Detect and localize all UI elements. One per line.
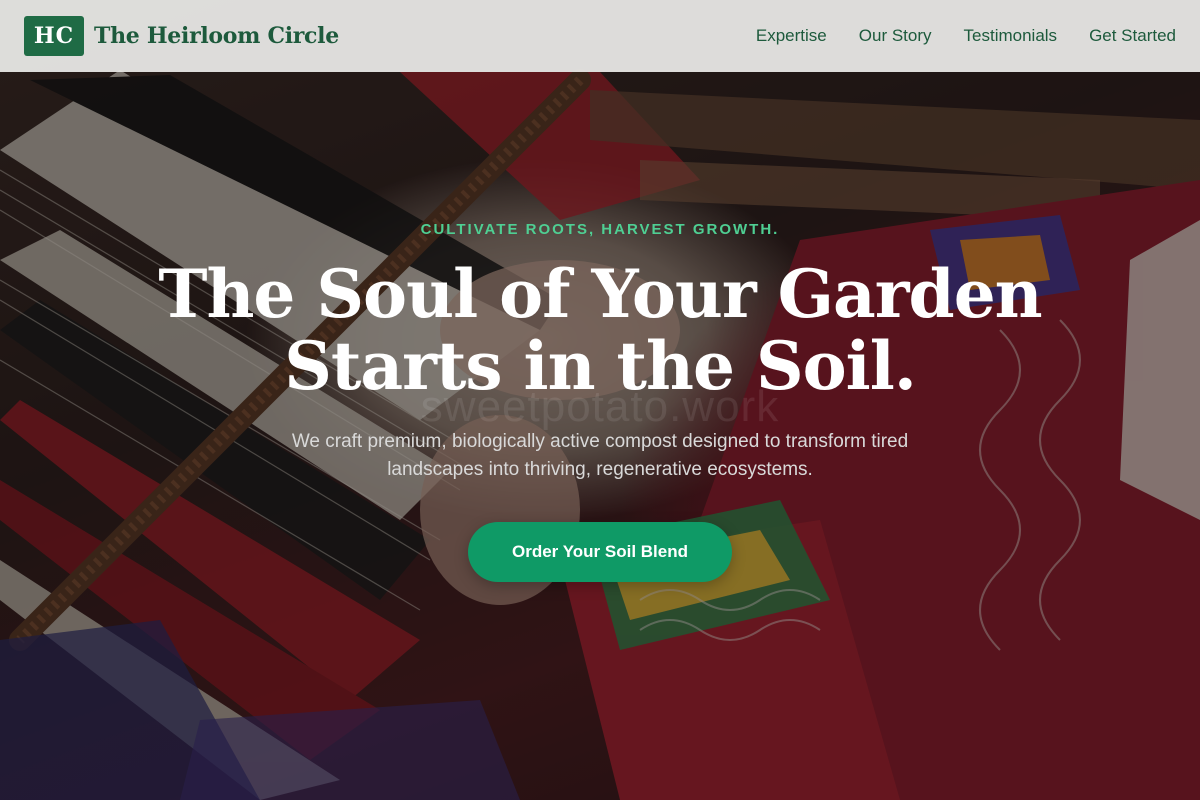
nav-link-testimonials[interactable]: Testimonials [964,26,1058,46]
hero-section: CULTIVATE ROOTS, HARVEST GROWTH. The Sou… [0,0,1200,800]
order-soil-blend-button[interactable]: Order Your Soil Blend [468,522,732,582]
top-navbar: HC The Heirloom Circle Expertise Our Sto… [0,0,1200,72]
hero-eyebrow: CULTIVATE ROOTS, HARVEST GROWTH. [420,221,780,238]
brand-logo-link[interactable]: HC The Heirloom Circle [24,16,339,56]
hero-subtext: We craft premium, biologically active co… [291,431,909,480]
watermark-text: sweetpotato.work [420,382,780,431]
hero-headline-line-1: The Soul of Your Garden [158,255,1042,333]
brand-monogram: HC [24,16,84,56]
nav-link-get-started[interactable]: Get Started [1089,26,1176,46]
hero-headline: The Soul of Your Garden Starts in the So… [0,258,1200,402]
nav-link-expertise[interactable]: Expertise [756,26,827,46]
brand-name: The Heirloom Circle [94,23,339,49]
nav-links: Expertise Our Story Testimonials Get Sta… [756,26,1176,46]
nav-link-our-story[interactable]: Our Story [859,26,932,46]
